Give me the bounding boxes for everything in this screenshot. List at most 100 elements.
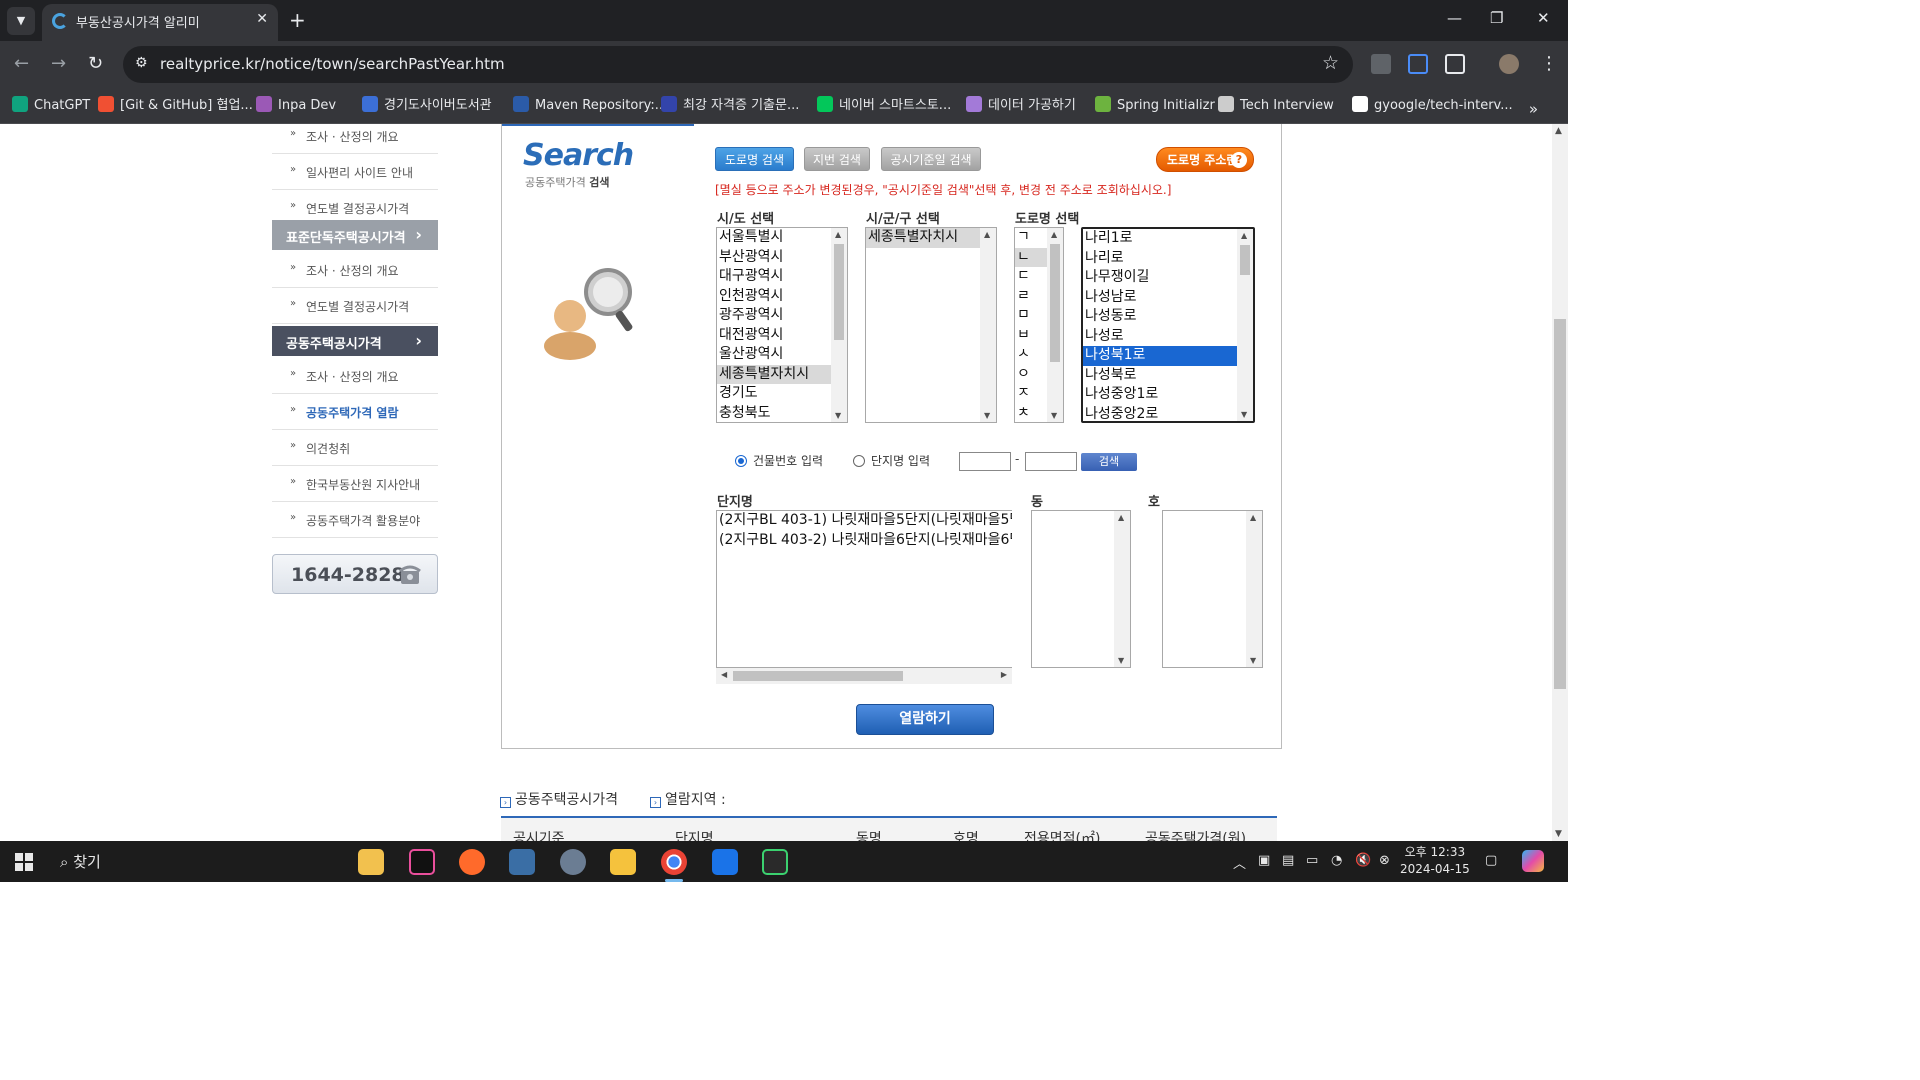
nav-item-survey-overview[interactable]: » 조사 · 산정의 개요 [272, 124, 438, 154]
bookmark-star-icon[interactable]: ☆ [1322, 52, 1339, 74]
scroll-down-icon[interactable]: ▼ [1555, 829, 1562, 839]
road-option[interactable]: 나성중앙1로 [1083, 385, 1253, 405]
bookmarks-overflow-icon[interactable]: » [1529, 100, 1538, 118]
tray-error-icon[interactable]: ⊗ [1379, 853, 1390, 868]
profile-avatar[interactable] [1499, 54, 1519, 74]
radio-unchecked-icon[interactable] [853, 455, 865, 467]
windows-start-icon[interactable] [15, 853, 33, 871]
tab-search-chevron-icon[interactable]: ▼ [7, 7, 35, 35]
tray-camera-icon[interactable]: ▣ [1258, 853, 1270, 868]
sts-icon[interactable] [712, 849, 738, 875]
kakaotalk-icon[interactable] [610, 849, 636, 875]
site-info-icon[interactable]: ⚙ [135, 55, 148, 71]
bookmark-item[interactable]: [Git & GitHub] 협업... [98, 95, 253, 117]
tab-close-icon[interactable]: ✕ [256, 11, 268, 27]
new-tab-plus-icon[interactable]: + [289, 8, 306, 32]
restore-icon[interactable]: ❐ [1490, 9, 1503, 27]
radio-checked-icon[interactable] [735, 455, 747, 467]
bookmark-item[interactable]: gyoogle/tech-interv... [1352, 95, 1513, 117]
window-close-icon[interactable]: ✕ [1537, 9, 1550, 27]
forward-arrow-icon[interactable]: → [51, 53, 66, 74]
bookmark-item[interactable]: 데이터 가공하기 [966, 95, 1076, 117]
sido-option[interactable]: 경기도 [717, 384, 847, 404]
taskbar-clock[interactable]: 오후 12:33 2024-04-15 [1400, 844, 1470, 878]
reload-icon[interactable]: ↻ [88, 53, 103, 74]
building-sub-number-input[interactable] [1025, 452, 1077, 471]
bookmark-item[interactable]: Inpa Dev [256, 95, 336, 117]
initial-scrollbar[interactable]: ▲ ▼ [1047, 228, 1063, 422]
road-option[interactable]: 나성북1로 [1083, 346, 1253, 366]
road-option[interactable]: 나성로 [1083, 327, 1253, 347]
sido-option[interactable]: 울산광역시 [717, 345, 847, 365]
copilot-icon[interactable] [1522, 850, 1544, 872]
road-option[interactable]: 나무쟁이길 [1083, 268, 1253, 288]
road-option[interactable]: 나성북로 [1083, 366, 1253, 386]
view-button[interactable]: 열람하기 [856, 704, 994, 735]
extensions-puzzle-icon[interactable] [1445, 54, 1465, 74]
road-option[interactable]: 나성남로 [1083, 288, 1253, 308]
sido-option[interactable]: 광주광역시 [717, 306, 847, 326]
nav-item-yearly-price-2[interactable]: » 연도별 결정공시가격 [272, 288, 438, 324]
road-option[interactable]: 나성중앙2로 [1083, 405, 1253, 422]
nav-item-branch-info[interactable]: » 한국부동산원 지사안내 [272, 466, 438, 502]
nav-item-opinion[interactable]: » 의견청취 [272, 430, 438, 466]
sigungu-listbox[interactable]: 세종특별자치시 ▲ ▼ [865, 227, 997, 423]
complex-hscrollbar[interactable]: ◀ ▶ [716, 668, 1012, 684]
sido-scrollbar[interactable]: ▲ ▼ [831, 228, 847, 422]
sigungu-option[interactable]: 세종특별자치시 [866, 228, 996, 248]
radio-complex-name[interactable]: 단지명 입력 [853, 452, 930, 469]
complex-option[interactable]: (2지구BL 403-1) 나릿재마을5단지(나릿재마을5단지) [717, 511, 1012, 531]
extension-ui-icon[interactable] [1408, 54, 1428, 74]
page-scrollbar[interactable]: ▲ ▼ [1552, 124, 1568, 841]
road-address-help-button[interactable]: 도로명 주소란 ? [1156, 147, 1254, 172]
radio-building-number[interactable]: 건물번호 입력 [735, 452, 823, 469]
sido-option[interactable]: 부산광역시 [717, 248, 847, 268]
back-arrow-icon[interactable]: ← [14, 53, 29, 74]
sigungu-scrollbar[interactable]: ▲ ▼ [980, 228, 996, 422]
dong-listbox[interactable]: ▲ ▼ [1031, 510, 1131, 668]
nav-item-apartment-view[interactable]: » 공동주택가격 열람 [272, 394, 438, 430]
bookmark-item[interactable]: 최강 자격증 기출문... [661, 95, 799, 117]
file-explorer-icon[interactable] [358, 849, 384, 875]
address-bar[interactable]: ⚙ realtyprice.kr/notice/town/searchPastY… [123, 46, 1353, 83]
tray-wifi-icon[interactable]: ◔ [1331, 853, 1342, 868]
bookmark-item[interactable]: Spring Initializr [1095, 95, 1215, 117]
nav-head-standard-house[interactable]: 표준단독주택공시가격 › [272, 220, 438, 250]
tray-battery-icon[interactable]: ▭ [1306, 853, 1318, 868]
road-scrollbar[interactable]: ▲ ▼ [1237, 229, 1253, 421]
nav-head-apartment[interactable]: 공동주택공시가격 › [272, 326, 438, 356]
settings-gear-icon[interactable] [560, 849, 586, 875]
tray-volume-muted-icon[interactable]: 🔇 [1355, 853, 1371, 868]
ho-scrollbar[interactable]: ▲ ▼ [1246, 511, 1262, 667]
postman-icon[interactable] [459, 849, 485, 875]
sido-listbox[interactable]: 서울특별시 부산광역시 대구광역시 인천광역시 광주광역시 대전광역시 울산광역시 세종특별자… [716, 227, 848, 423]
road-name-listbox[interactable]: 나리1로 나리로 나무쟁이길 나성남로 나성동로 나성로 나성북1로 나성북로 나성중앙1로 나성… [1081, 227, 1255, 423]
sido-option[interactable]: 대구광역시 [717, 267, 847, 287]
intellij-icon[interactable] [409, 849, 435, 875]
bookmark-item[interactable]: Tech Interview [1218, 95, 1334, 117]
lot-search-button[interactable]: 지번 검색 [804, 147, 870, 171]
date-search-button[interactable]: 공시기준일 검색 [881, 147, 981, 171]
chrome-menu-icon[interactable]: ⋮ [1540, 53, 1558, 74]
dong-scrollbar[interactable]: ▲ ▼ [1114, 511, 1130, 667]
notification-icon[interactable]: ▢ [1485, 853, 1497, 868]
scroll-up-icon[interactable]: ▲ [1555, 126, 1562, 136]
building-main-number-input[interactable] [959, 452, 1011, 471]
bookmark-item[interactable]: Maven Repository:... [513, 95, 667, 117]
page-scroll-thumb[interactable] [1554, 319, 1566, 689]
ho-listbox[interactable]: ▲ ▼ [1162, 510, 1263, 668]
tray-chevron-up-icon[interactable]: ︿ [1233, 853, 1246, 872]
minimize-icon[interactable]: — [1447, 9, 1462, 27]
bookmark-item[interactable]: 경기도사이버도서관 [362, 95, 492, 117]
chrome-icon[interactable] [661, 849, 687, 882]
nav-item-survey-overview-3[interactable]: » 조사 · 산정의 개요 [272, 358, 438, 394]
complex-option[interactable]: (2지구BL 403-2) 나릿재마을6단지(나릿재마을6단지) [717, 531, 1012, 551]
media-player-icon[interactable] [762, 849, 788, 875]
bookmark-item[interactable]: ChatGPT [12, 95, 90, 117]
road-search-button[interactable]: 도로명 검색 [715, 147, 794, 171]
sido-option[interactable]: 세종특별자치시 [717, 364, 847, 384]
sido-option[interactable]: 서울특별시 [717, 228, 847, 248]
mysql-workbench-icon[interactable] [509, 849, 535, 875]
complex-listbox[interactable]: (2지구BL 403-1) 나릿재마을5단지(나릿재마을5단지) (2지구BL 4… [716, 510, 1012, 668]
taskbar-search[interactable]: ⌕ 찾기 [60, 851, 101, 872]
